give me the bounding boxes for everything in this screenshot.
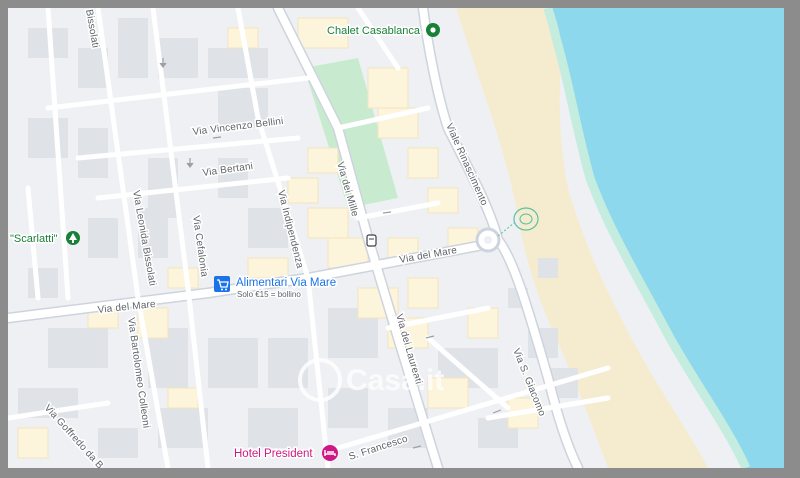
- poi-scarlatti[interactable]: "Scarlatti": [9, 231, 80, 247]
- bus-stop[interactable]: [366, 234, 377, 247]
- map-frame: Via del Mare Via del Mare Via Vincenzo B…: [0, 0, 800, 478]
- bus-stop-icon[interactable]: [366, 234, 377, 247]
- watermark-text: Casa.it: [346, 364, 444, 397]
- map-canvas[interactable]: Via del Mare Via del Mare Via Vincenzo B…: [8, 8, 784, 468]
- poi-alimentari-label[interactable]: Alimentari Via Mare: [235, 276, 338, 291]
- poi-alimentari-subtitle: Solo €15 = bollino: [237, 290, 301, 299]
- poi-chalet-label[interactable]: Chalet Casablanca: [326, 24, 423, 39]
- poi-hotel-label[interactable]: Hotel President: [233, 447, 315, 462]
- poi-scarlatti-label[interactable]: "Scarlatti": [9, 232, 60, 247]
- place-icon: [430, 27, 436, 33]
- cart-wheel-right: [225, 288, 227, 291]
- map-svg: Via del Mare Via del Mare Via Vincenzo B…: [8, 8, 784, 468]
- cart-wheel-left: [221, 288, 223, 291]
- roundabout-center: [484, 236, 492, 244]
